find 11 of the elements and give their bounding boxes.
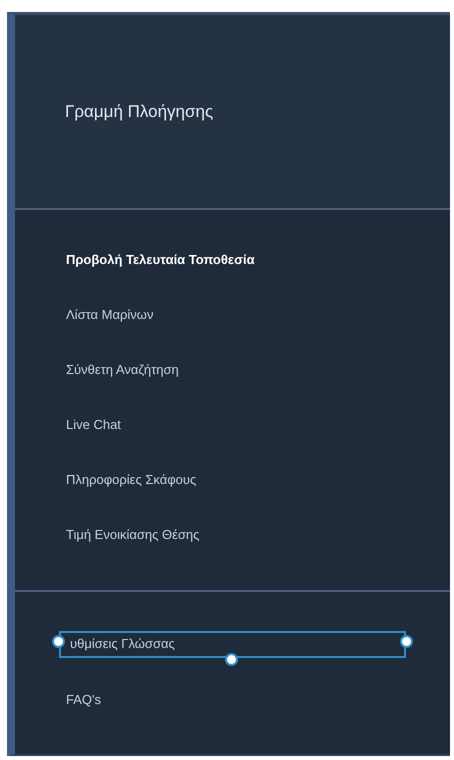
menu-item[interactable]: Τιμή Ενοικίασης Θέσης [66,524,200,544]
menu-item[interactable]: FAQ's [66,690,101,710]
right-handle-icon[interactable] [400,634,413,648]
left-handle-icon[interactable] [52,634,65,648]
menu-item[interactable]: Σύνθετη Αναζήτηση [66,360,179,380]
menu-item[interactable]: Πληροφορίες Σκάφους [66,470,196,490]
bottom-handle-icon[interactable] [225,652,238,666]
menu-item[interactable]: Live Chat [66,414,121,434]
menu-item[interactable]: Λίστα Μαρίνων [66,304,154,324]
panel-title: Γραμμή Πλοήγησης [65,100,214,123]
menu-item[interactable]: Προβολή Τελευταία Τοποθεσία [66,250,255,270]
